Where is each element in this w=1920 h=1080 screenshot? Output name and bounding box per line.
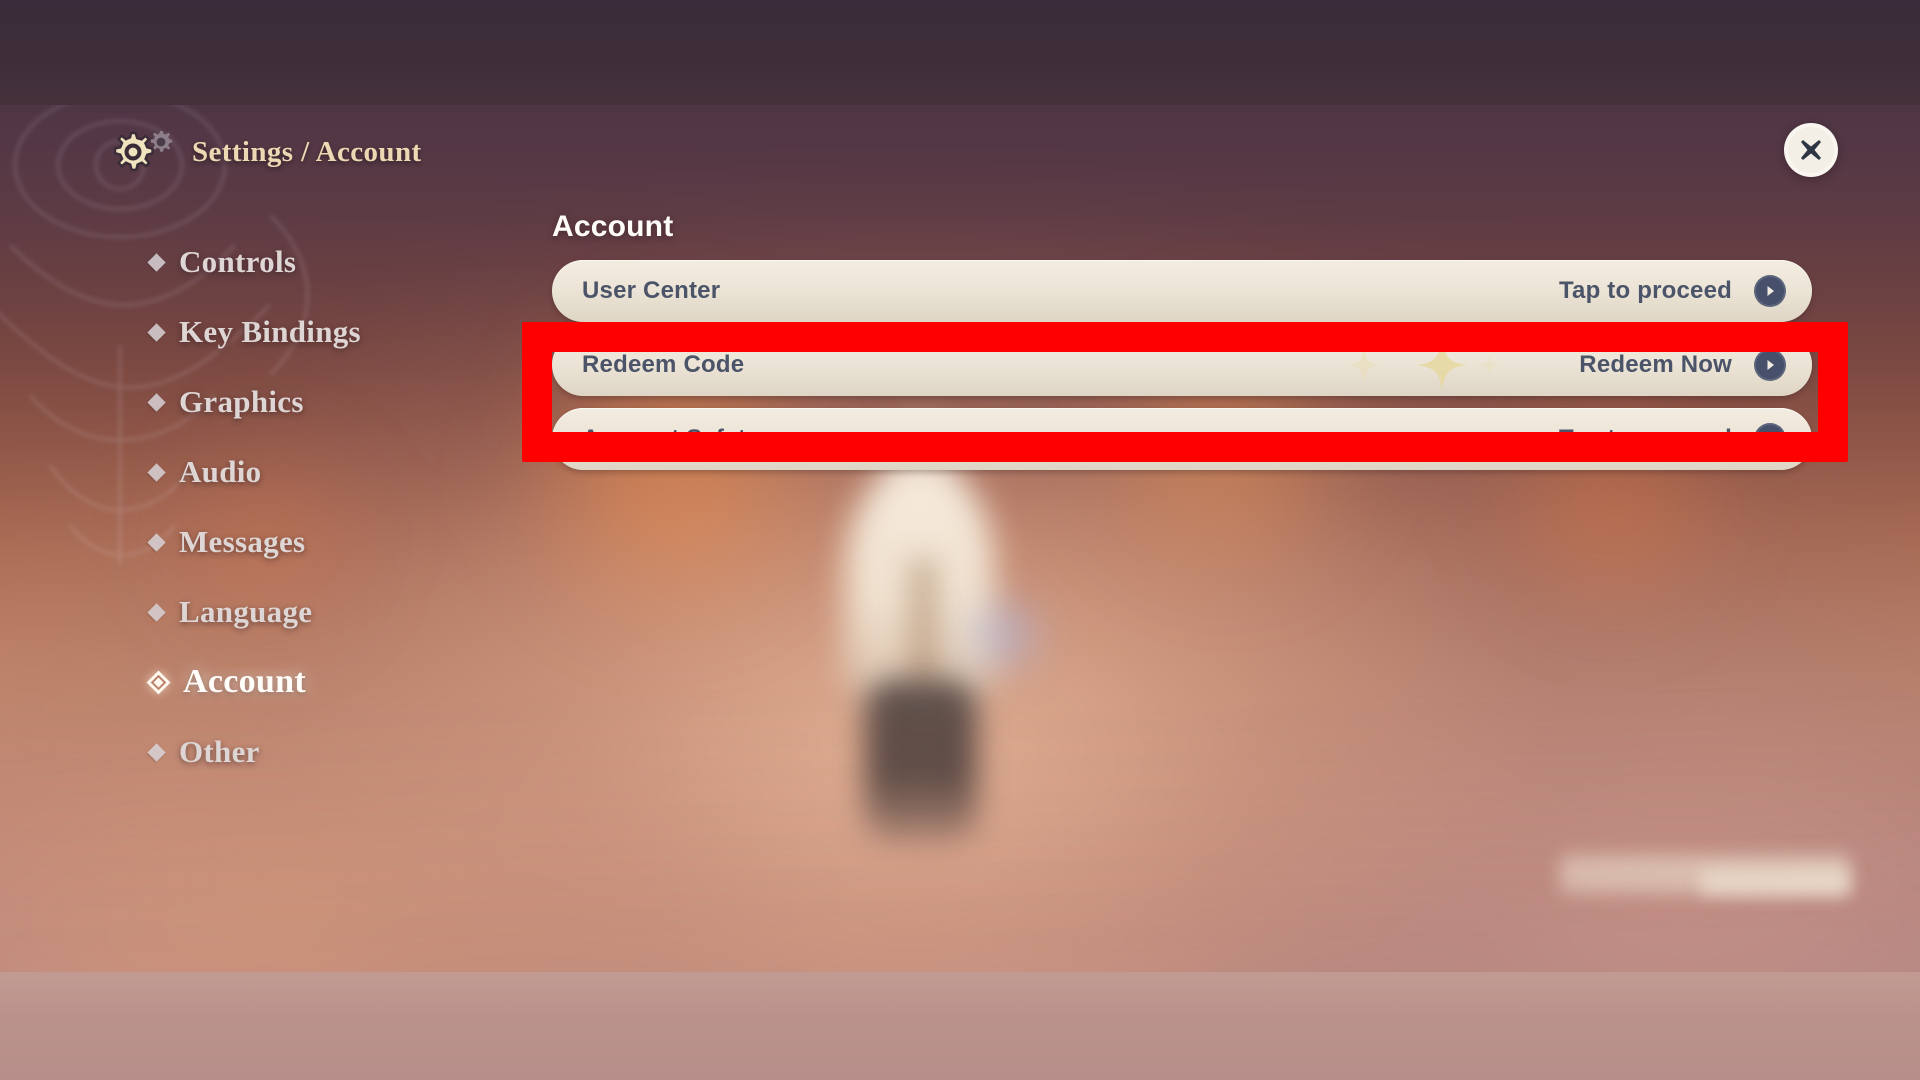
row-action-group: Tap to proceed bbox=[1559, 423, 1786, 455]
sidebar-item-label: Messages bbox=[179, 524, 306, 559]
diamond-bullet-icon bbox=[147, 602, 166, 622]
row-action-group: Redeem Now bbox=[1579, 349, 1786, 381]
sidebar-item-label: Controls bbox=[179, 244, 297, 279]
page-title: Account bbox=[552, 210, 674, 243]
diamond-bullet-icon bbox=[147, 252, 166, 272]
screenshot-root: Settings / Account Controls Key Bindings… bbox=[0, 0, 1920, 1080]
row-label: Account Safety bbox=[582, 425, 760, 452]
row-action-label: Redeem Now bbox=[1579, 351, 1732, 378]
close-icon bbox=[1801, 140, 1821, 160]
sidebar-item-language[interactable]: Language bbox=[147, 577, 490, 647]
sparkle-decoration-icon bbox=[1346, 340, 1501, 390]
row-action-label: Tap to proceed bbox=[1558, 277, 1732, 304]
chevron-right-icon[interactable] bbox=[1754, 349, 1786, 381]
sidebar-item-controls[interactable]: Controls bbox=[147, 227, 490, 297]
sidebar-item-messages[interactable]: Messages bbox=[147, 507, 490, 577]
letterbox-top bbox=[0, 0, 1920, 105]
close-button[interactable] bbox=[1784, 123, 1838, 177]
sidebar-item-audio[interactable]: Audio bbox=[147, 437, 490, 507]
breadcrumb: Settings / Account bbox=[192, 135, 422, 168]
chevron-right-icon[interactable] bbox=[1754, 275, 1786, 307]
diamond-bullet-icon bbox=[147, 742, 166, 762]
chevron-right-icon[interactable] bbox=[1754, 423, 1786, 455]
sidebar-item-graphics[interactable]: Graphics bbox=[147, 367, 490, 437]
row-action-group: Tap to proceed bbox=[1559, 275, 1786, 307]
sidebar-item-label: Other bbox=[179, 734, 260, 769]
row-redeem-code[interactable]: Redeem Code Redeem Now bbox=[552, 334, 1812, 396]
row-label: Redeem Code bbox=[582, 351, 745, 378]
settings-panel: Settings / Account Controls Key Bindings… bbox=[0, 95, 1920, 972]
sidebar-item-key-bindings[interactable]: Key Bindings bbox=[147, 297, 490, 367]
row-label: User Center bbox=[582, 277, 721, 304]
row-user-center[interactable]: User Center Tap to proceed bbox=[552, 260, 1812, 322]
sidebar-item-label: Account bbox=[183, 663, 306, 700]
diamond-bullet-icon bbox=[147, 392, 166, 412]
settings-content: Account User Center Tap to proceed Redee… bbox=[552, 210, 1812, 470]
sidebar-item-label: Key Bindings bbox=[179, 314, 361, 349]
sidebar-item-label: Audio bbox=[179, 454, 262, 489]
diamond-bullet-icon bbox=[147, 322, 166, 342]
diamond-bullet-icon bbox=[147, 532, 166, 552]
diamond-bullet-selected-icon bbox=[146, 669, 171, 695]
row-account-safety[interactable]: Account Safety Tap to proceed bbox=[552, 408, 1812, 470]
sidebar-item-account[interactable]: Account bbox=[146, 647, 490, 717]
gear-icon bbox=[112, 123, 174, 181]
settings-row-list: User Center Tap to proceed Redeem Code R… bbox=[552, 260, 1812, 470]
diamond-bullet-icon bbox=[147, 462, 166, 482]
settings-sidebar: Controls Key Bindings Graphics Audio Mes… bbox=[146, 227, 490, 787]
sidebar-item-label: Graphics bbox=[179, 384, 304, 419]
panel-header: Settings / Account bbox=[112, 123, 422, 181]
row-action-label: Tap to proceed bbox=[1558, 425, 1732, 452]
sidebar-item-other[interactable]: Other bbox=[147, 717, 490, 787]
sidebar-item-label: Language bbox=[179, 594, 313, 629]
letterbox-bottom bbox=[0, 972, 1920, 1080]
